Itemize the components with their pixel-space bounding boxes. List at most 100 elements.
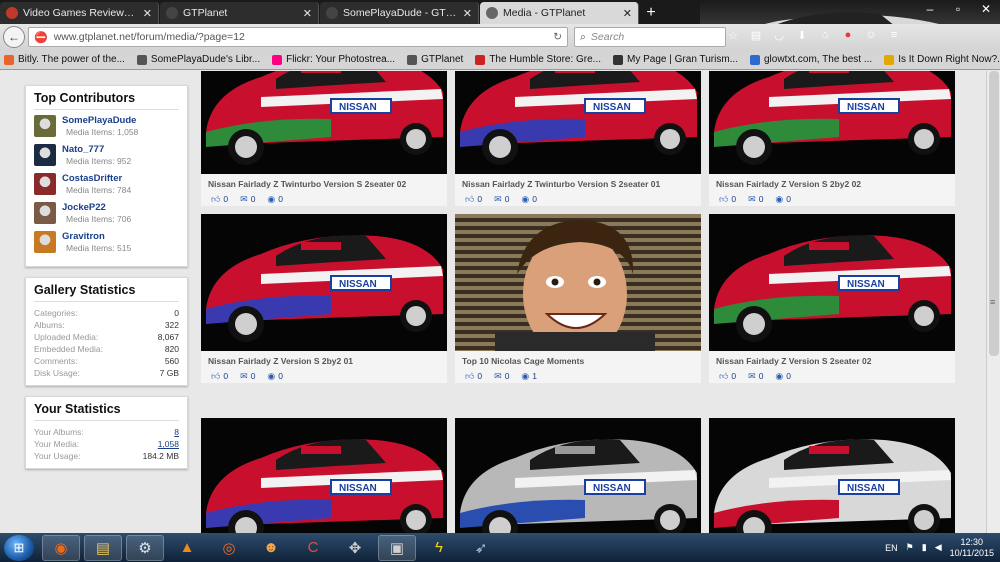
- taskbar-app-button[interactable]: ▣: [378, 534, 416, 561]
- media-item[interactable]: NISSAN Nissan Fairlady Z Twinturbo Versio…: [201, 71, 447, 206]
- contributor-name-link[interactable]: Nato_777: [62, 144, 131, 155]
- media-thumbnail[interactable]: NISSAN: [709, 418, 955, 533]
- taskbar-app-button[interactable]: ◎: [210, 535, 248, 561]
- vertical-scrollbar[interactable]: ≡: [986, 71, 1000, 533]
- browser-tab[interactable]: SomePlayaDude - GTPlanet ✕: [320, 2, 479, 24]
- tab-close-icon[interactable]: ✕: [303, 7, 312, 20]
- volume-icon[interactable]: ◀: [935, 542, 942, 553]
- contributor-name-link[interactable]: JockeP22: [62, 202, 131, 213]
- stat-label: Uploaded Media:: [34, 332, 99, 342]
- taskbar-app-button[interactable]: ⚙: [126, 534, 164, 561]
- bookmark-item[interactable]: glowtxt.com, The best ...: [750, 54, 872, 65]
- contributor-item[interactable]: Gravitron Media Items: 515: [34, 231, 179, 260]
- menu-icon[interactable]: ≡: [885, 26, 903, 44]
- clock[interactable]: 12:30 10/11/2015: [950, 537, 994, 559]
- contributor-name-link[interactable]: Gravitron: [62, 231, 131, 242]
- address-bar[interactable]: ⛔ www.gtplanet.net/forum/media/?page=12 …: [28, 27, 568, 47]
- contributor-name-link[interactable]: SomePlayaDude: [62, 115, 138, 126]
- avatar[interactable]: [34, 231, 56, 253]
- smiley-icon[interactable]: ☺: [862, 26, 880, 44]
- browser-tab[interactable]: GTPlanet ✕: [160, 2, 319, 24]
- start-button[interactable]: ⊞: [4, 534, 34, 561]
- media-item[interactable]: NISSAN: [709, 418, 955, 533]
- tab-close-icon[interactable]: ✕: [623, 7, 632, 20]
- tab-close-icon[interactable]: ✕: [463, 7, 472, 20]
- media-thumbnail[interactable]: [455, 214, 701, 351]
- media-title-link[interactable]: Nissan Fairlady Z Version S 2by2 01: [201, 351, 447, 366]
- contributor-item[interactable]: Nato_777 Media Items: 952: [34, 144, 179, 173]
- media-thumbnail[interactable]: NISSAN: [709, 214, 955, 351]
- media-title-link[interactable]: Top 10 Nicolas Cage Moments: [455, 351, 701, 366]
- download-icon[interactable]: ⬇: [793, 26, 811, 44]
- media-item[interactable]: NISSAN Nissan Fairlady Z Version S 2seate…: [709, 214, 955, 383]
- media-item[interactable]: NISSAN Nissan Fairlady Z Twinturbo Versio…: [455, 71, 701, 206]
- network-icon[interactable]: ▮: [922, 542, 927, 553]
- reload-icon[interactable]: ↻: [553, 31, 562, 43]
- taskbar-app-button[interactable]: ➶: [462, 535, 500, 561]
- media-title-link[interactable]: Nissan Fairlady Z Version S 2seater 02: [709, 351, 955, 366]
- media-item[interactable]: NISSAN: [201, 418, 447, 533]
- taskbar-app-button[interactable]: ☻: [252, 535, 290, 561]
- contributor-item[interactable]: JockeP22 Media Items: 706: [34, 202, 179, 231]
- avatar[interactable]: [34, 173, 56, 195]
- avatar[interactable]: [34, 144, 56, 166]
- taskbar-app-button[interactable]: C: [294, 535, 332, 561]
- thumbs-up-icon: 👍︎: [719, 193, 729, 204]
- media-item[interactable]: NISSAN: [455, 418, 701, 533]
- reading-list-icon[interactable]: ▤: [747, 26, 765, 44]
- avatar[interactable]: [34, 115, 56, 137]
- identity-shield-icon[interactable]: ⛔: [34, 31, 48, 44]
- stat-value-link[interactable]: 1,058: [158, 438, 179, 450]
- flag-icon[interactable]: ⚑: [906, 542, 914, 553]
- bookmark-item[interactable]: My Page | Gran Turism...: [613, 54, 738, 65]
- toolbar-icons: ☆ ▤ ◡ ⬇ ⌂ ● ☺ ≡: [724, 26, 903, 44]
- media-item[interactable]: Top 10 Nicolas Cage Moments 👍︎ 0 ✉ 0 ◉ 1: [455, 214, 701, 383]
- taskbar-app-button[interactable]: ϟ: [420, 535, 458, 561]
- contributor-media-count: Media Items: 1,058: [66, 127, 139, 137]
- taskbar-app-button[interactable]: ✥: [336, 535, 374, 561]
- media-thumbnail[interactable]: NISSAN: [201, 418, 447, 533]
- taskbar-app-button[interactable]: ▲: [168, 535, 206, 561]
- media-item[interactable]: NISSAN Nissan Fairlady Z Version S 2by2 0…: [709, 71, 955, 206]
- new-tab-button[interactable]: +: [640, 2, 662, 24]
- adblock-icon[interactable]: ●: [839, 26, 857, 44]
- media-item[interactable]: NISSAN Nissan Fairlady Z Version S 2by2 0…: [201, 214, 447, 383]
- media-title-link[interactable]: Nissan Fairlady Z Twinturbo Version S 2s…: [455, 174, 701, 189]
- maximize-button[interactable]: ▫: [944, 0, 972, 18]
- tab-title: Video Games Reviews & N...: [23, 7, 139, 19]
- search-box[interactable]: ⌕ Search: [574, 27, 726, 47]
- bookmark-item[interactable]: GTPlanet: [407, 54, 463, 65]
- scrollbar-thumb[interactable]: [989, 71, 999, 356]
- back-button[interactable]: ←: [3, 26, 25, 48]
- bookmark-item[interactable]: The Humble Store: Gre...: [475, 54, 601, 65]
- media-thumbnail[interactable]: NISSAN: [709, 71, 955, 174]
- bookmark-item[interactable]: Is It Down Right Now?...: [884, 54, 1000, 65]
- media-thumbnail[interactable]: NISSAN: [455, 418, 701, 533]
- bookmark-item[interactable]: SomePlayaDude's Libr...: [136, 54, 260, 65]
- minimize-button[interactable]: –: [916, 0, 944, 18]
- media-title-link[interactable]: Nissan Fairlady Z Twinturbo Version S 2s…: [201, 174, 447, 189]
- taskbar-app-button[interactable]: ◉: [42, 534, 80, 561]
- stat-value-link[interactable]: 8: [174, 426, 179, 438]
- contributor-item[interactable]: SomePlayaDude Media Items: 1,058: [34, 115, 179, 144]
- bookmark-item[interactable]: Flickr: Your Photostrea...: [272, 54, 395, 65]
- star-icon[interactable]: ☆: [724, 26, 742, 44]
- bookmark-item[interactable]: Bitly. The power of the...: [4, 54, 125, 65]
- svg-text:NISSAN: NISSAN: [593, 483, 631, 494]
- pocket-icon[interactable]: ◡: [770, 26, 788, 44]
- media-thumbnail[interactable]: NISSAN: [201, 71, 447, 174]
- contributor-name-link[interactable]: CostasDrifter: [62, 173, 131, 184]
- language-indicator[interactable]: EN: [885, 543, 898, 553]
- contributor-text: Gravitron Media Items: 515: [62, 231, 131, 253]
- contributor-item[interactable]: CostasDrifter Media Items: 784: [34, 173, 179, 202]
- close-window-button[interactable]: ✕: [972, 0, 1000, 18]
- taskbar-app-button[interactable]: ▤: [84, 534, 122, 561]
- avatar[interactable]: [34, 202, 56, 224]
- media-thumbnail[interactable]: NISSAN: [455, 71, 701, 174]
- browser-tab[interactable]: Media - GTPlanet ✕: [480, 2, 639, 24]
- media-thumbnail[interactable]: NISSAN: [201, 214, 447, 351]
- home-icon[interactable]: ⌂: [816, 26, 834, 44]
- tab-close-icon[interactable]: ✕: [143, 7, 152, 20]
- browser-tab[interactable]: Video Games Reviews & N... ✕: [0, 2, 159, 24]
- media-title-link[interactable]: Nissan Fairlady Z Version S 2by2 02: [709, 174, 955, 189]
